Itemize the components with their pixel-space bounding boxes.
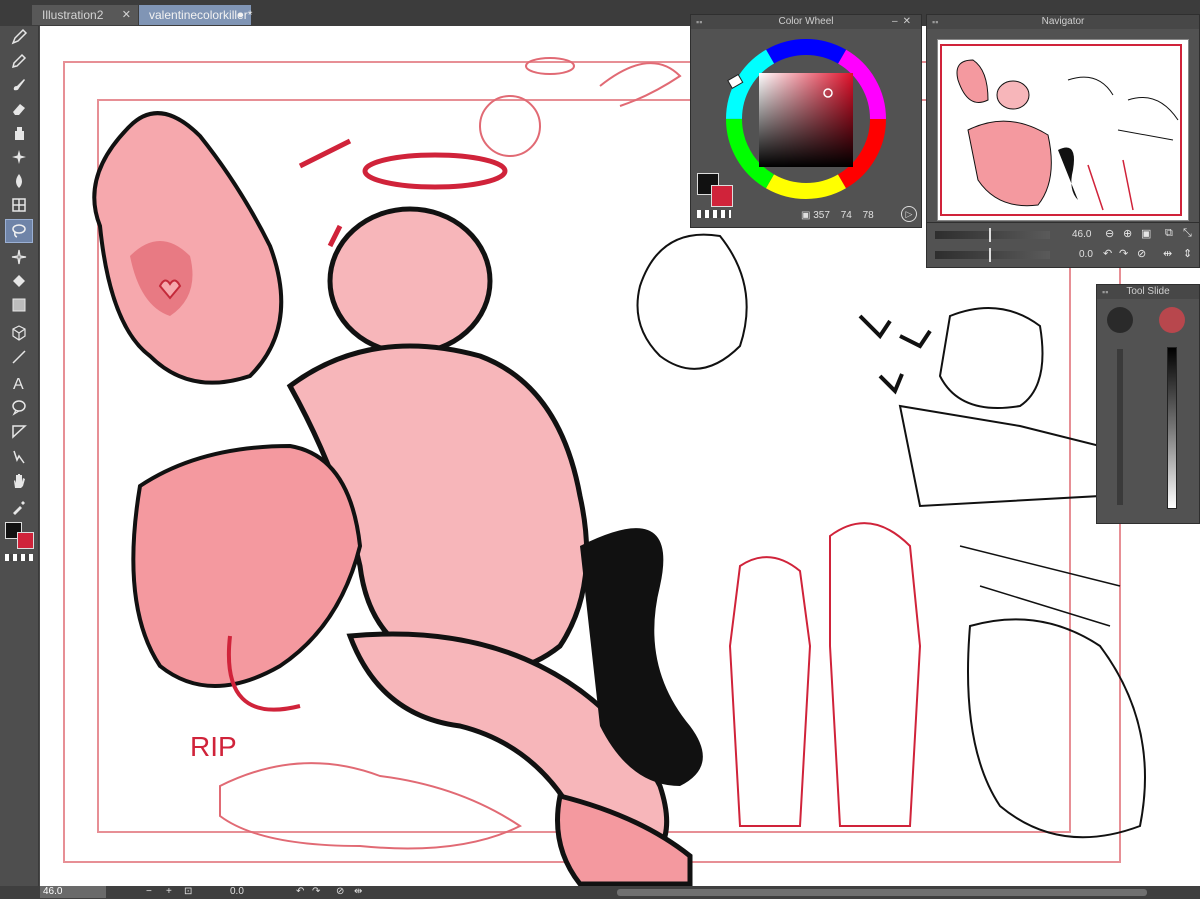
auto-select-icon[interactable]: [6, 246, 32, 268]
opacity-slider[interactable]: [1167, 347, 1177, 509]
ruler-icon[interactable]: [6, 420, 32, 442]
tool-slider-panel: ▪▪ Tool Slide: [1096, 284, 1200, 524]
fit-button[interactable]: ⊡: [184, 886, 192, 898]
zoom-in-button[interactable]: +: [166, 886, 172, 898]
skull-head: [327, 206, 493, 356]
hue-label: ▣: [801, 210, 814, 221]
horizontal-scrollbar[interactable]: [617, 889, 1147, 896]
flip-vertical-icon[interactable]: ⇕: [1183, 247, 1192, 260]
red-figure-right: [829, 522, 922, 827]
rip-annotation: RIP: [190, 731, 237, 762]
navigator-panel: ▪▪ Navigator: [926, 14, 1200, 224]
hand-icon[interactable]: [6, 470, 32, 492]
tool-slider-title-bar[interactable]: ▪▪ Tool Slide: [1097, 285, 1199, 299]
unsaved-dot-icon[interactable]: ●: [237, 5, 244, 25]
fullscreen-icon[interactable]: ⤡: [1183, 227, 1192, 240]
color-wheel-panel: ▪▪ Color Wheel ‒✕ ▣ 357 74 78 ▷: [690, 14, 922, 228]
zoom-slider-handle[interactable]: [989, 228, 991, 242]
diner-right-sketch: [938, 307, 1044, 409]
grid-icon[interactable]: [6, 194, 32, 216]
panel-title: Navigator: [1041, 16, 1085, 27]
panel-window-buttons[interactable]: ‒✕: [892, 15, 916, 29]
color-wheel-title-bar[interactable]: ▪▪ Color Wheel ‒✕: [691, 15, 921, 29]
diner-left-sketch: [636, 233, 748, 370]
chevron-marks: [858, 314, 932, 395]
reset-rotation-icon[interactable]: ⊘: [336, 886, 344, 898]
rotate-left-icon[interactable]: ↶: [1103, 247, 1112, 260]
brush-size-dot[interactable]: [1107, 307, 1133, 333]
speech-balloon-icon[interactable]: [6, 396, 32, 418]
text-icon[interactable]: A: [6, 372, 32, 394]
svg-text:A: A: [13, 376, 24, 392]
tab-illustration2[interactable]: Illustration2 ✕: [32, 5, 138, 25]
lasso-select-icon[interactable]: [5, 219, 33, 243]
line-icon[interactable]: [6, 346, 32, 368]
pencil-icon[interactable]: [6, 50, 32, 72]
blend-icon[interactable]: [6, 170, 32, 192]
rotation-field[interactable]: 0.0: [230, 886, 244, 898]
mode-toggle-icon[interactable]: ▷: [901, 206, 917, 222]
jacket-arm: [131, 443, 363, 688]
flip-icon[interactable]: ⇹: [354, 886, 362, 898]
zoom-out-button[interactable]: −: [146, 886, 152, 898]
color-wheel[interactable]: [691, 31, 923, 201]
status-bar: 46.0 − + ⊡ 0.0 ↶ ↷ ⊘ ⇹: [0, 886, 1200, 899]
rotation-slider-handle[interactable]: [989, 248, 991, 262]
rotate-right-icon[interactable]: ↷: [1119, 247, 1128, 260]
3d-figure-icon[interactable]: [6, 322, 32, 344]
panel-title: Tool Slide: [1126, 286, 1170, 297]
sub-color-swatch[interactable]: [17, 532, 34, 549]
flame-head: [92, 111, 284, 385]
reset-rotation-icon[interactable]: ⊘: [1137, 247, 1146, 260]
tab-valentinecolorkiller[interactable]: valentinecolorkiller* ●: [139, 5, 252, 25]
rotation-slider[interactable]: [935, 251, 1050, 259]
fit-icon[interactable]: ▣: [1141, 227, 1151, 240]
eraser-icon[interactable]: [6, 98, 32, 120]
navigator-preview[interactable]: [937, 39, 1189, 221]
brush-icon[interactable]: [6, 74, 32, 96]
transparent-color-swatch[interactable]: [5, 554, 33, 561]
tool-palette: A: [0, 26, 39, 899]
panel-grip-icon[interactable]: ▪▪: [932, 15, 938, 29]
panel-grip-icon[interactable]: ▪▪: [1102, 285, 1108, 299]
saturation-value: 74: [840, 210, 852, 221]
rotate-left-icon[interactable]: ↶: [296, 886, 304, 898]
tab-label: Illustration2: [42, 8, 104, 22]
arrow-marks: [298, 138, 352, 248]
navigator-title-bar[interactable]: ▪▪ Navigator: [927, 15, 1199, 29]
zoom-slider[interactable]: [935, 231, 1050, 239]
zoom-out-icon[interactable]: ⊖: [1105, 227, 1114, 240]
zoom-field[interactable]: 46.0: [40, 886, 106, 898]
cupid-halo: [525, 57, 575, 75]
rotate-right-icon[interactable]: ↷: [312, 886, 320, 898]
close-tab-icon[interactable]: ✕: [122, 5, 131, 25]
zoom-in-icon[interactable]: ⊕: [1123, 227, 1132, 240]
fallen-sketch: [219, 762, 522, 850]
fit-window-icon[interactable]: ⧉: [1165, 227, 1173, 240]
value-value: 78: [862, 210, 874, 221]
panel-grip-icon[interactable]: ▪▪: [696, 15, 702, 29]
speed-lines: [959, 545, 1121, 627]
size-slider[interactable]: [1117, 349, 1123, 505]
halo: [362, 152, 508, 190]
rotation-readout: 0.0: [1079, 249, 1093, 260]
brush-opacity-dot[interactable]: [1159, 307, 1185, 333]
zoom-readout: 46.0: [1072, 229, 1092, 240]
gradient-icon[interactable]: [6, 294, 32, 316]
panel-title: Color Wheel: [778, 16, 834, 27]
pen-icon[interactable]: [6, 26, 32, 48]
red-figure-left: [728, 556, 812, 827]
paint-icon[interactable]: [6, 122, 32, 144]
transparent-chip[interactable]: [697, 210, 731, 218]
eyedropper-icon[interactable]: [6, 496, 32, 518]
correct-line-icon[interactable]: [6, 446, 32, 468]
sparkle-icon[interactable]: [6, 146, 32, 168]
sub-color-chip[interactable]: [711, 185, 733, 207]
cupid-sketch: [479, 95, 541, 157]
bottom-right-sketch: [967, 618, 1146, 839]
flip-horizontal-icon[interactable]: ⇹: [1163, 247, 1172, 260]
fill-icon[interactable]: [6, 270, 32, 292]
navigator-controls: 46.0 0.0 ⊖ ⊕ ▣ ⧉ ⤡ ↶ ↷ ⊘ ⇹ ⇕: [926, 222, 1200, 268]
hue-value: 357: [813, 210, 830, 221]
